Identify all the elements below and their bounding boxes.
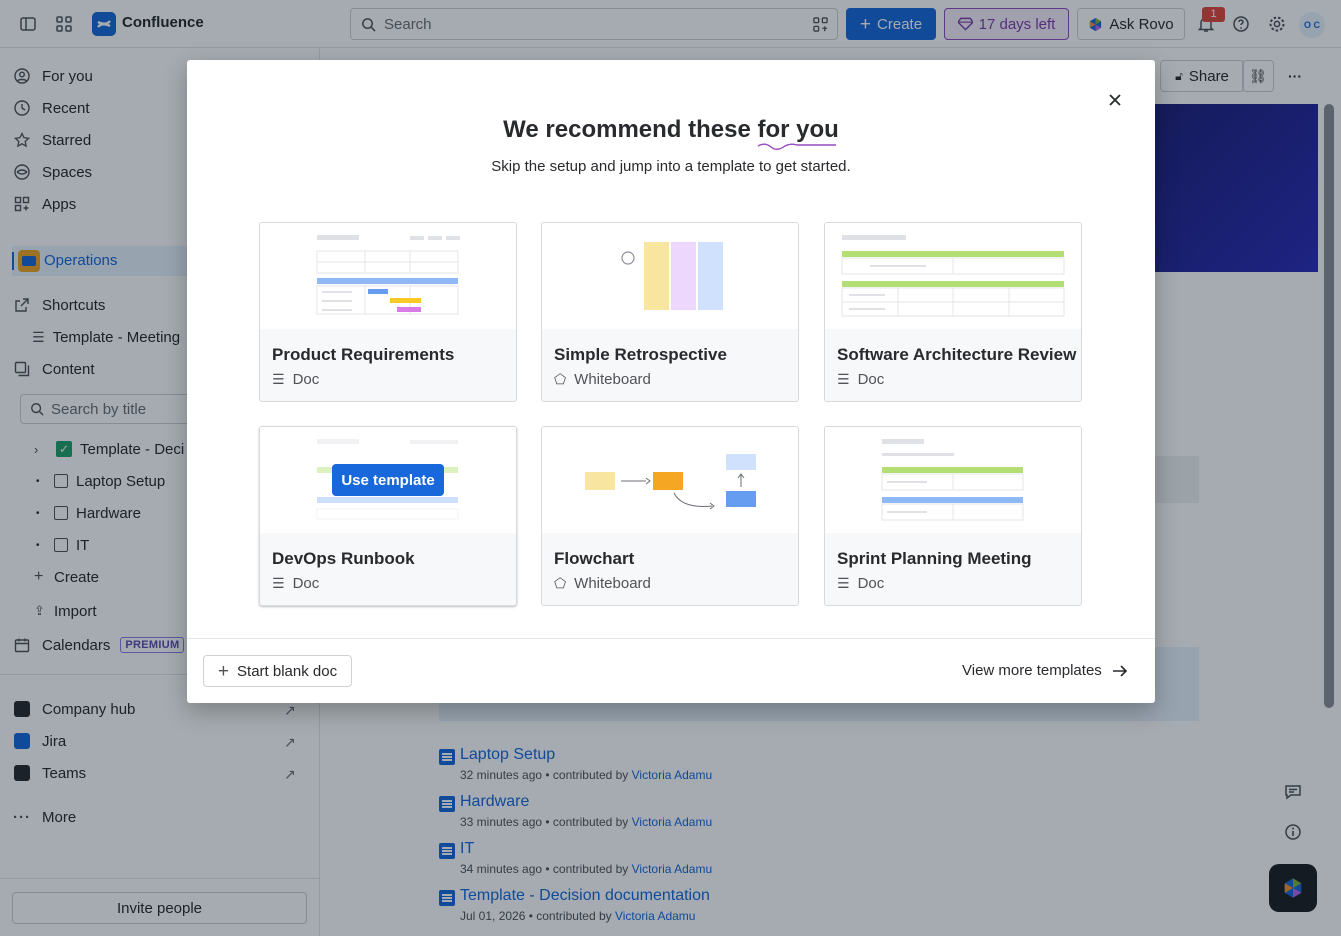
- template-type: ☰ Doc: [272, 371, 319, 388]
- template-type-label: Doc: [857, 371, 885, 388]
- template-preview-thumbnail: [825, 223, 1081, 329]
- template-type: ☰ Doc: [272, 575, 319, 592]
- template-name: Product Requirements: [272, 345, 455, 364]
- template-name: Flowchart: [554, 549, 635, 568]
- template-name: Sprint Planning Meeting: [837, 549, 1032, 568]
- template-recommendation-modal: We recommend these for you Skip the setu…: [187, 60, 1155, 703]
- template-card-sprint-planning-meeting[interactable]: Sprint Planning Meeting ☰ Doc: [824, 426, 1082, 606]
- template-preview-thumbnail: Use template: [260, 427, 516, 533]
- template-name: Software Architecture Review: [837, 345, 1077, 364]
- template-type: ☰ Doc: [837, 371, 884, 388]
- template-card-product-requirements[interactable]: Product Requirements ☰ Doc: [259, 222, 517, 402]
- whiteboard-icon: ⬠: [554, 371, 567, 387]
- plus-icon: +: [217, 660, 230, 682]
- arrow-right-icon: [1112, 664, 1127, 677]
- template-type-label: Whiteboard: [574, 575, 651, 592]
- doc-icon: ☰: [272, 575, 285, 591]
- view-more-templates-label: View more templates: [962, 662, 1102, 679]
- modal-title-prefix: We recommend these: [503, 116, 758, 143]
- view-more-templates-link[interactable]: View more templates: [962, 662, 1128, 679]
- template-preview-thumbnail: [542, 223, 798, 329]
- whiteboard-icon: ⬠: [554, 575, 567, 591]
- template-name: DevOps Runbook: [272, 549, 415, 568]
- template-type: ☰ Doc: [837, 575, 884, 592]
- template-type-label: Doc: [857, 575, 885, 592]
- template-card-simple-retrospective[interactable]: Simple Retrospective ⬠ Whiteboard: [541, 222, 799, 402]
- template-type: ⬠ Whiteboard: [554, 575, 651, 592]
- squiggle-underline-icon: [758, 143, 837, 150]
- template-preview-thumbnail: [825, 427, 1081, 533]
- template-card-software-architecture-review[interactable]: Software Architecture Review ☰ Doc: [824, 222, 1082, 402]
- modal-title-highlight: for you: [757, 116, 839, 143]
- doc-icon: ☰: [272, 371, 285, 387]
- template-type-label: Whiteboard: [574, 371, 651, 388]
- template-card-devops-runbook[interactable]: Use template DevOps Runbook ☰ Doc: [259, 426, 517, 606]
- template-type-label: Doc: [292, 575, 320, 592]
- modal-subtitle: Skip the setup and jump into a template …: [491, 158, 851, 175]
- doc-icon: ☰: [837, 371, 850, 387]
- modal-title: We recommend these for you: [187, 116, 1155, 150]
- start-blank-doc-label: Start blank doc: [237, 662, 338, 680]
- doc-icon: ☰: [837, 575, 850, 591]
- template-type: ⬠ Whiteboard: [554, 371, 651, 388]
- use-template-button[interactable]: Use template: [332, 464, 444, 496]
- template-type-label: Doc: [292, 371, 320, 388]
- template-preview-thumbnail: [542, 427, 798, 533]
- close-icon[interactable]: [1103, 88, 1127, 112]
- template-name: Simple Retrospective: [554, 345, 727, 364]
- template-preview-thumbnail: [260, 223, 516, 329]
- start-blank-doc-button[interactable]: + Start blank doc: [203, 655, 352, 687]
- modal-footer: + Start blank doc View more templates: [187, 638, 1155, 703]
- template-card-flowchart[interactable]: Flowchart ⬠ Whiteboard: [541, 426, 799, 606]
